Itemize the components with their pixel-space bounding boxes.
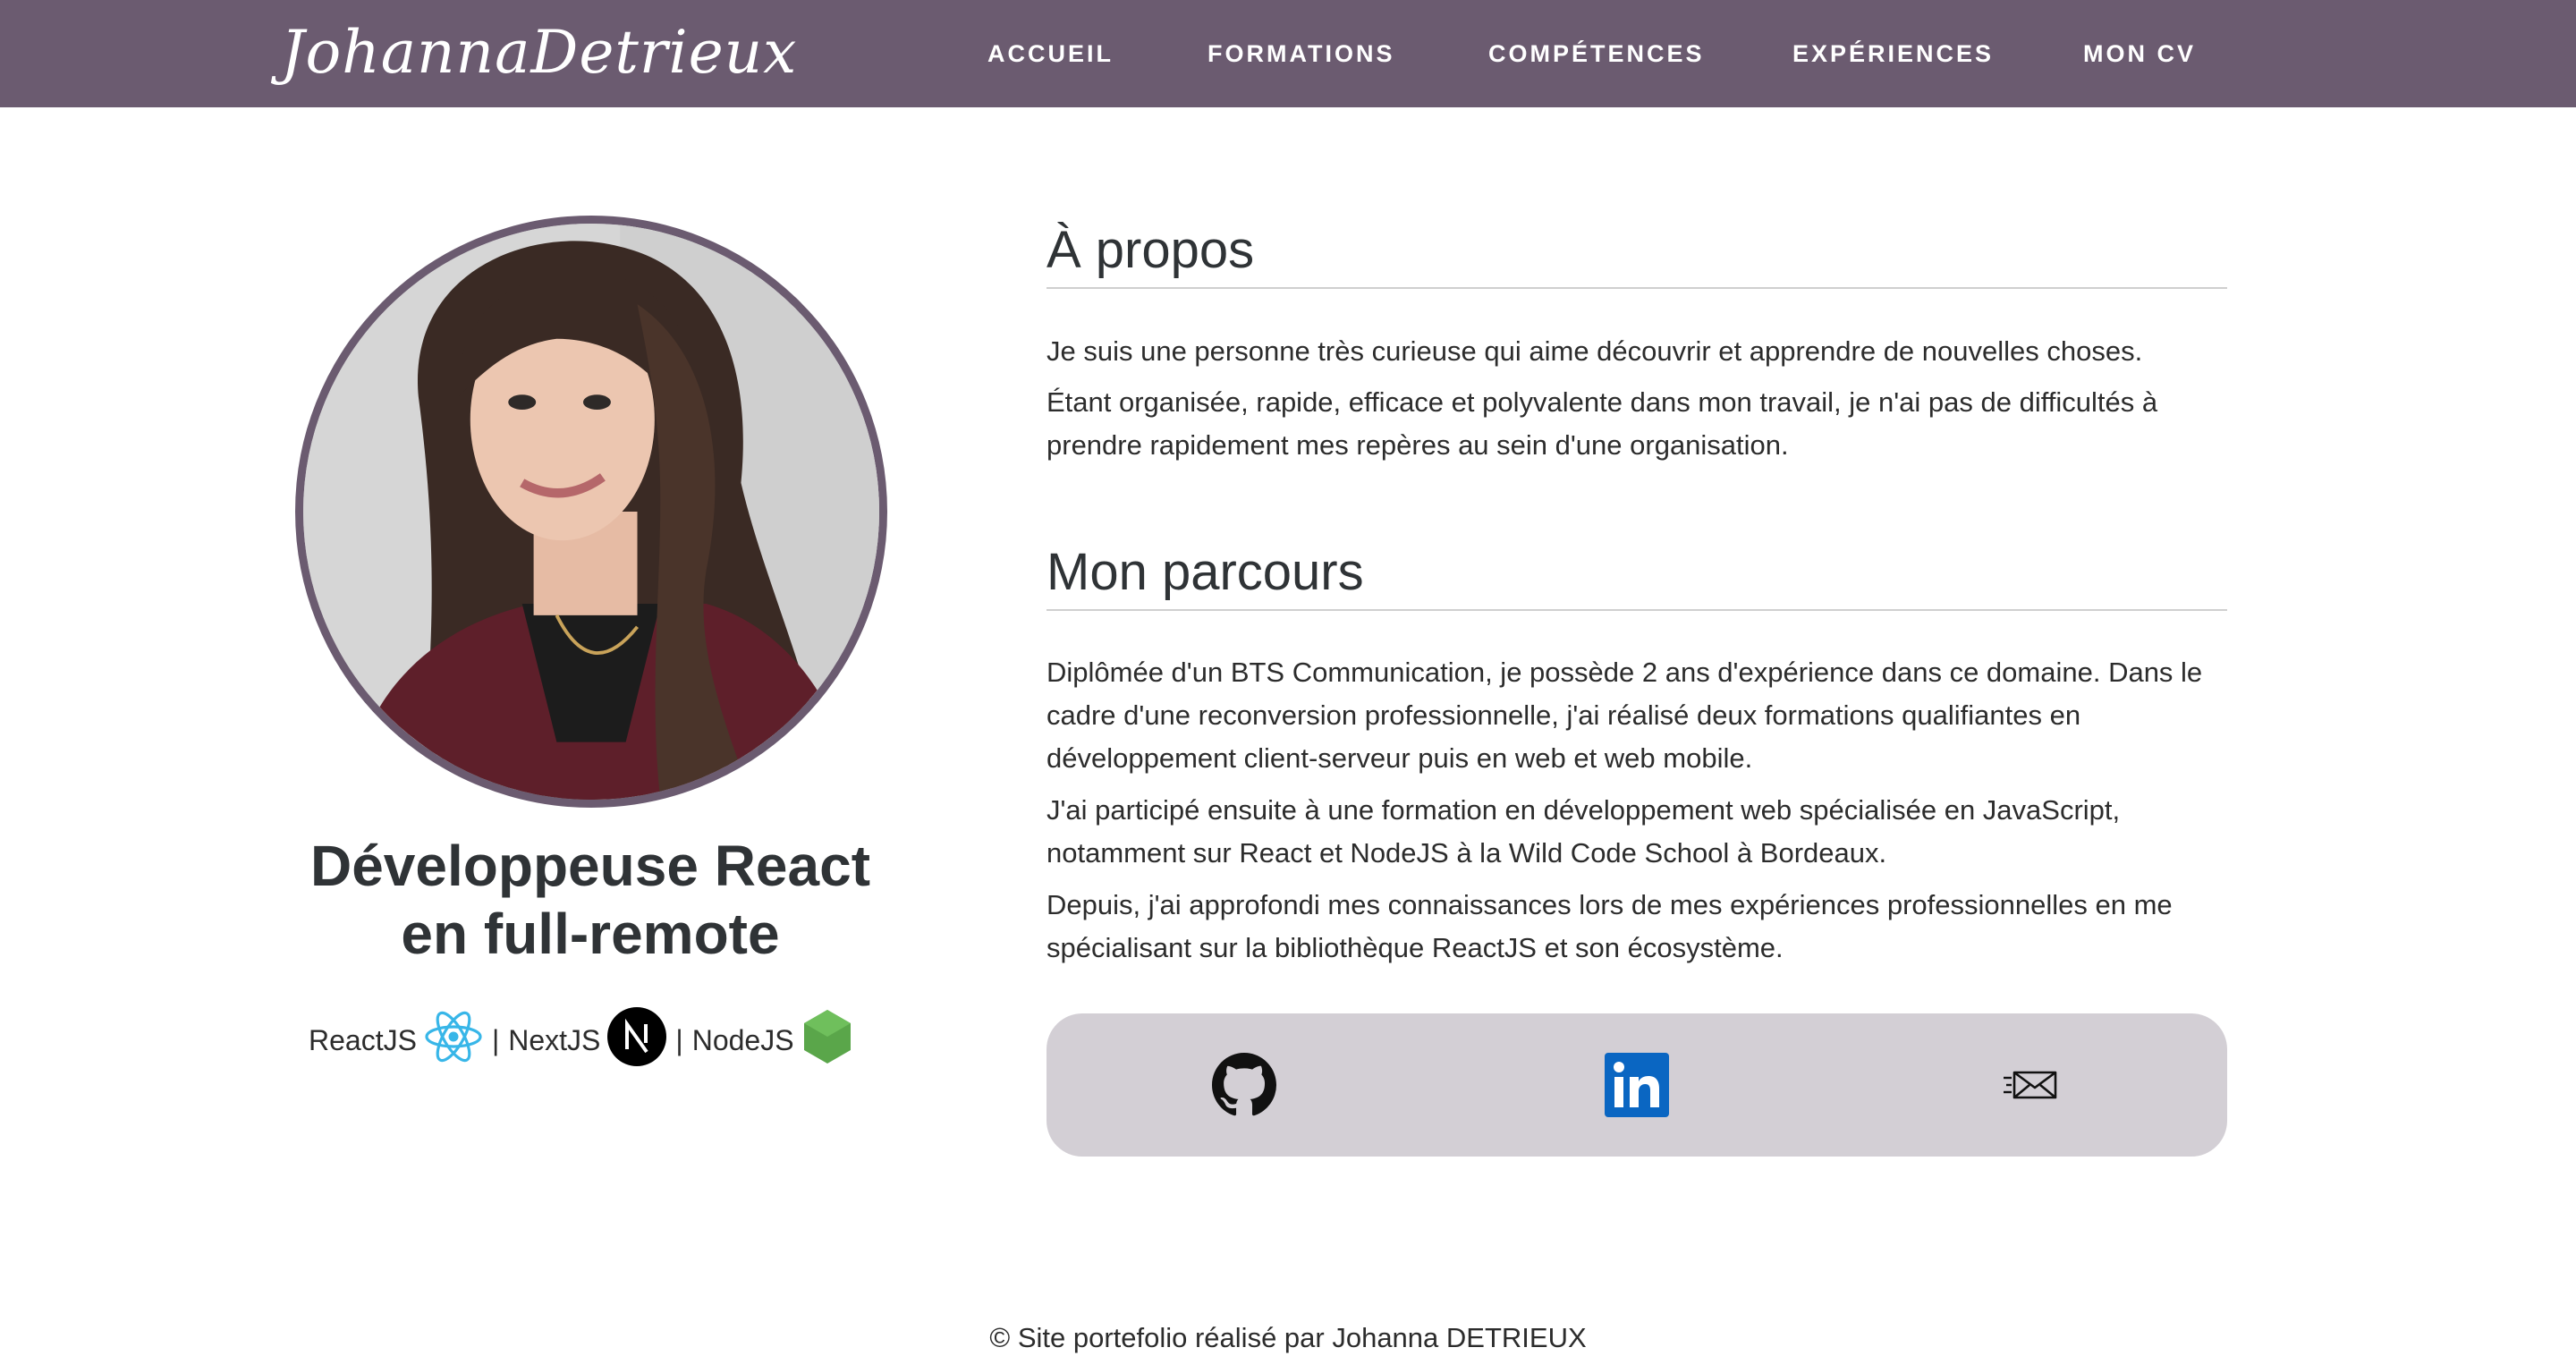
react-icon [424, 1010, 483, 1071]
about-paragraph-2: Étant organisée, rapide, efficace et pol… [1046, 386, 2158, 461]
mail-icon [2004, 1071, 2057, 1099]
footer-credit: © Site portefolio réalisé par Johanna DE… [989, 1322, 1587, 1353]
nav-item-accueil[interactable]: ACCUEIL [987, 38, 1114, 70]
stack-separator: | [491, 1023, 500, 1056]
headline-line-2: en full-remote [401, 902, 780, 966]
linkedin-icon [1605, 1053, 1669, 1117]
parcours-title: Mon parcours [1046, 541, 2227, 611]
nav-item-mon-cv[interactable]: MON CV [2083, 38, 2196, 70]
headline-line-1: Développeuse React [309, 834, 871, 898]
profile-photo [295, 216, 887, 808]
navbar: JohannaDetrieux ACCUEIL FORMATIONS COMPÉ… [0, 0, 2576, 107]
nav-item-experiences[interactable]: EXPÉRIENCES [1792, 38, 1994, 70]
linkedin-link[interactable] [1605, 1053, 1669, 1117]
stack-next-label: NextJS [508, 1023, 601, 1056]
parcours-paragraph-3: Depuis, j'ai approfondi mes connaissance… [1046, 889, 2173, 963]
about-title: À propos [1046, 219, 2227, 289]
nav-item-formations[interactable]: FORMATIONS [1208, 38, 1394, 70]
github-icon [1212, 1053, 1276, 1116]
stack-node-label: NodeJS [691, 1023, 794, 1056]
parcours-paragraph-2: J'ai participé ensuite à une formation e… [1046, 794, 2121, 869]
nextjs-icon [607, 1007, 667, 1073]
social-links-card [1046, 1013, 2227, 1157]
stack-react-label: ReactJS [309, 1023, 417, 1056]
nodejs-icon [801, 1008, 853, 1072]
email-link[interactable] [2002, 1058, 2059, 1112]
github-link[interactable] [1212, 1053, 1276, 1117]
profile-headline: Développeuse React en full-remote [233, 832, 948, 968]
parcours-paragraph-1: Diplômée d'un BTS Communication, je poss… [1046, 657, 2203, 774]
about-paragraph-1: Je suis une personne très curieuse qui a… [1046, 335, 2143, 367]
stack-separator: | [675, 1023, 683, 1056]
portrait-illustration [303, 224, 879, 800]
tech-stack: ReactJS | NextJS | NodeJS [309, 1007, 860, 1073]
brand-logo[interactable]: JohannaDetrieux [281, 13, 797, 93]
nav-item-competences[interactable]: COMPÉTENCES [1488, 38, 1705, 70]
